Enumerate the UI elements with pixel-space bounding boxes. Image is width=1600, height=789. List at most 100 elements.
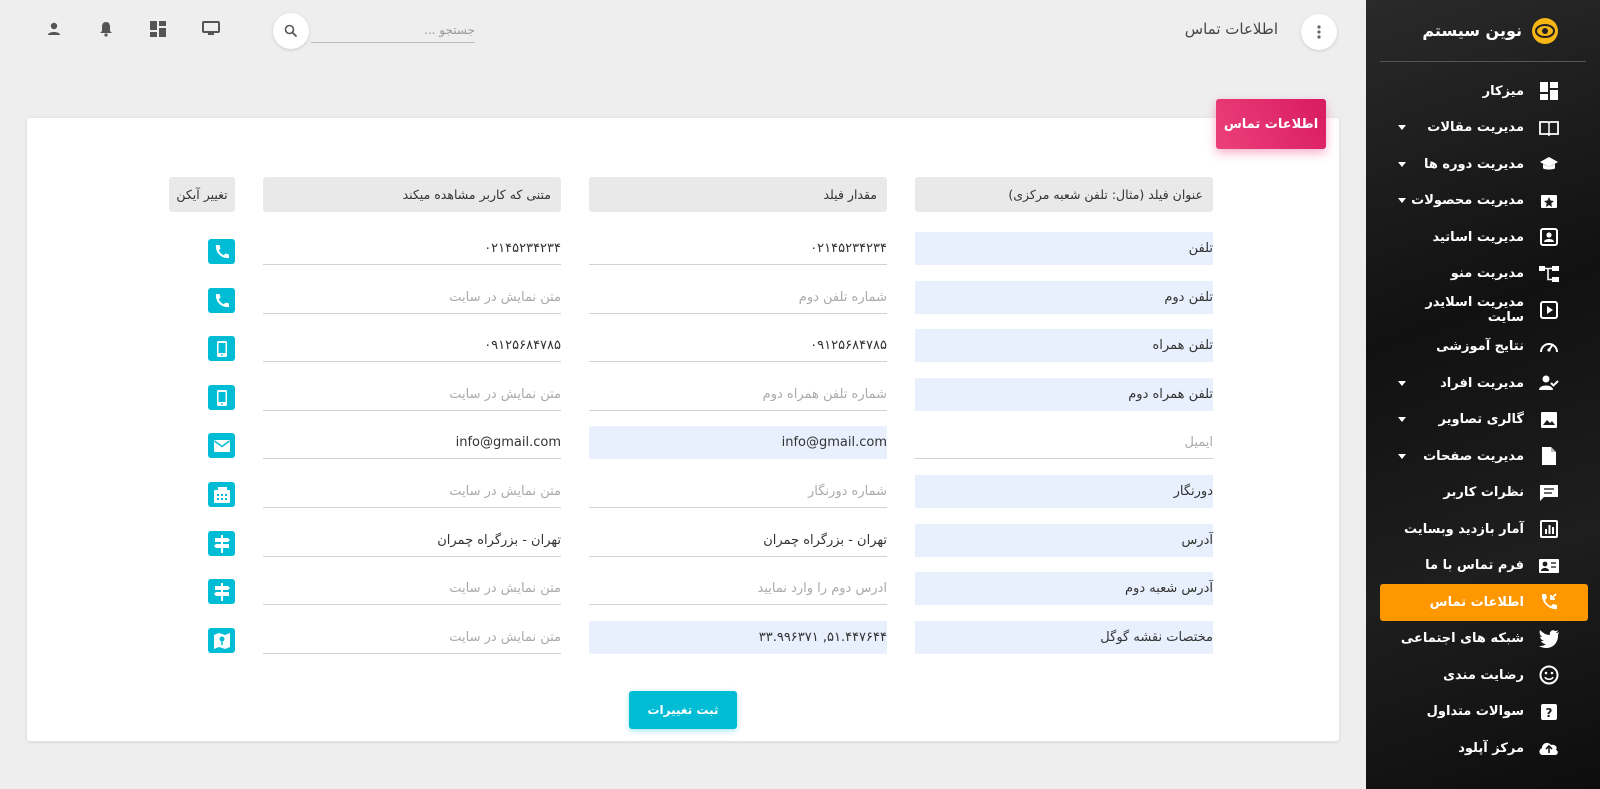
signpost-icon (213, 534, 231, 553)
caret-down-icon[interactable] (1398, 417, 1406, 423)
field-title-input[interactable]: آدرس شعبه دوم (915, 572, 1213, 605)
search-icon (284, 24, 298, 38)
sidebar-item-label: مدیریت صفحات (1423, 448, 1524, 464)
sidebar-item-3[interactable]: مدیریت دوره ها (1380, 146, 1588, 183)
display-text-input[interactable]: متن نمایش در سایت (263, 378, 561, 411)
sidebar-item-13[interactable]: آمار بازدید وبسایت (1380, 511, 1588, 548)
fax-icon (213, 486, 231, 504)
field-value-input[interactable]: شماره تلفن همراه دوم (589, 378, 887, 411)
change-icon-button[interactable] (208, 482, 235, 507)
gauge-icon (1538, 336, 1560, 358)
user-icon[interactable] (43, 18, 65, 40)
change-icon-button[interactable] (208, 336, 235, 361)
field-value-text: ۰۲۱۴۵۲۳۴۲۳۴ (484, 240, 561, 256)
field-value-text: تهران - بزرگراه چمران (763, 532, 887, 548)
monitor-icon[interactable] (200, 18, 222, 40)
change-icon-button[interactable] (208, 239, 235, 264)
sidebar-item-17[interactable]: رضایت مندی (1380, 657, 1588, 694)
field-value-text: ۵۱.۴۴۷۶۴۴, ۳۳.۹۹۶۳۷۱ (758, 630, 887, 645)
caret-down-icon[interactable] (1398, 198, 1406, 204)
change-icon-button[interactable] (208, 288, 235, 313)
page-title: اطلاعات تماس (1184, 20, 1278, 38)
caret-down-icon[interactable] (1398, 380, 1406, 386)
field-value-text: تهران - بزرگراه چمران (437, 532, 561, 548)
sidebar-item-15[interactable]: اطلاعات تماس (1380, 584, 1588, 621)
field-value-input[interactable]: info@gmail.com (589, 426, 887, 459)
field-value-input[interactable]: شماره تلفن دوم (589, 281, 887, 314)
sidebar-item-12[interactable]: نظرات کاربر (1380, 475, 1588, 512)
header-change-icon: تغییر آیکن (169, 177, 235, 212)
change-icon-button[interactable] (208, 385, 235, 410)
field-value-input[interactable]: ۵۱.۴۴۷۶۴۴, ۳۳.۹۹۶۳۷۱ (589, 621, 887, 654)
field-value-input[interactable]: ۰۲۱۴۵۲۳۴۲۳۴ (589, 232, 887, 265)
sidebar-item-5[interactable]: مدیریت اساتید (1380, 219, 1588, 256)
field-title-input[interactable]: تلفن دوم (915, 281, 1213, 314)
display-text-input[interactable]: متن نمایش در سایت (263, 572, 561, 605)
field-value-text: ۰۹۱۲۵۶۸۴۷۸۵ (484, 337, 561, 353)
sidebar-item-1[interactable]: میزکار (1380, 73, 1588, 110)
sidebar-item-10[interactable]: گالری تصاویر (1380, 402, 1588, 439)
sidebar-item-8[interactable]: نتایج آموزشی (1380, 329, 1588, 366)
search-button[interactable] (273, 13, 309, 49)
dashboard-icon[interactable] (147, 18, 169, 40)
caret-down-icon[interactable] (1398, 161, 1406, 167)
display-text-input[interactable]: متن نمایش در سایت (263, 475, 561, 508)
field-title-input[interactable]: دورنگار (915, 475, 1213, 508)
display-text-input[interactable]: ۰۲۱۴۵۲۳۴۲۳۴ (263, 232, 561, 265)
sidebar-item-16[interactable]: شبکه های اجتماعی (1380, 621, 1588, 658)
field-value-input[interactable]: ۰۹۱۲۵۶۸۴۷۸۵ (589, 329, 887, 362)
sidebar-item-label: مدیریت منو (1450, 266, 1524, 282)
brand[interactable]: نوین سیستم (1380, 0, 1586, 62)
field-value-text: آدرس (1181, 533, 1213, 548)
sidebar-item-18[interactable]: ? سوالات متداول (1380, 694, 1588, 731)
sidebar-item-label: سوالات متداول (1426, 704, 1524, 720)
display-text-input[interactable]: متن نمایش در سایت (263, 281, 561, 314)
sidebar-item-9[interactable]: مدیریت افراد (1380, 365, 1588, 402)
field-title-input[interactable]: مختصات نقشه گوگل (915, 621, 1213, 654)
question-icon: ? (1538, 701, 1560, 723)
sidebar-item-7[interactable]: مدیریت اسلایدر سایت (1380, 292, 1588, 329)
change-icon-button[interactable] (208, 531, 235, 556)
search-input[interactable] (311, 17, 475, 43)
caret-down-icon[interactable] (1398, 125, 1406, 131)
phone-icon (214, 244, 230, 260)
field-placeholder-text: متن نمایش در سایت (449, 483, 561, 499)
field-title-input[interactable]: تلفن همراه دوم (915, 378, 1213, 411)
submit-button[interactable]: ثبت تغییرات (629, 691, 737, 729)
field-value-text: info@gmail.com (455, 434, 561, 450)
sidebar-item-14[interactable]: فرم تماس با ما (1380, 548, 1588, 585)
display-text-input[interactable]: متن نمایش در سایت (263, 621, 561, 654)
change-icon-button[interactable] (208, 433, 235, 458)
bell-icon[interactable] (95, 18, 117, 40)
field-placeholder-text: متن نمایش در سایت (449, 580, 561, 596)
field-value-text: تلفن دوم (1164, 290, 1213, 305)
field-title-input[interactable]: ایمیل (915, 426, 1213, 459)
field-title-input[interactable]: تلفن همراه (915, 329, 1213, 362)
display-text-input[interactable]: info@gmail.com (263, 426, 561, 459)
sidebar-item-label: میزکار (1482, 83, 1524, 99)
sidebar-item-19[interactable]: مرکز آپلود (1380, 730, 1588, 767)
email-icon (213, 439, 231, 453)
smiley-icon (1538, 664, 1560, 686)
sidebar-item-4[interactable]: مدیریت محصولات (1380, 183, 1588, 220)
change-icon-button[interactable] (208, 628, 235, 653)
sidebar-item-6[interactable]: مدیریت منو (1380, 256, 1588, 293)
more-menu-button[interactable] (1301, 14, 1337, 50)
sidebar-item-2[interactable]: مدیریت مقالات (1380, 110, 1588, 147)
field-value-input[interactable]: ادرس دوم را وارد نمایید (589, 572, 887, 605)
field-value-input[interactable]: تهران - بزرگراه چمران (589, 524, 887, 557)
sidebar-item-label: اطلاعات تماس (1429, 594, 1524, 610)
sidebar-item-11[interactable]: مدیریت صفحات (1380, 438, 1588, 475)
brand-name: نوین سیستم (1422, 21, 1522, 40)
display-text-input[interactable]: تهران - بزرگراه چمران (263, 524, 561, 557)
field-title-input[interactable]: آدرس (915, 524, 1213, 557)
field-value-input[interactable]: شماره دورنگار (589, 475, 887, 508)
person-card-icon (1538, 226, 1560, 248)
change-icon-button[interactable] (208, 579, 235, 604)
field-title-input[interactable]: تلفن (915, 232, 1213, 265)
caret-down-icon[interactable] (1398, 453, 1406, 459)
dashboard-icon (1538, 80, 1560, 102)
cloud-upload-icon (1538, 737, 1560, 759)
sidebar-item-label: نظرات کاربر (1443, 485, 1524, 501)
display-text-input[interactable]: ۰۹۱۲۵۶۸۴۷۸۵ (263, 329, 561, 362)
